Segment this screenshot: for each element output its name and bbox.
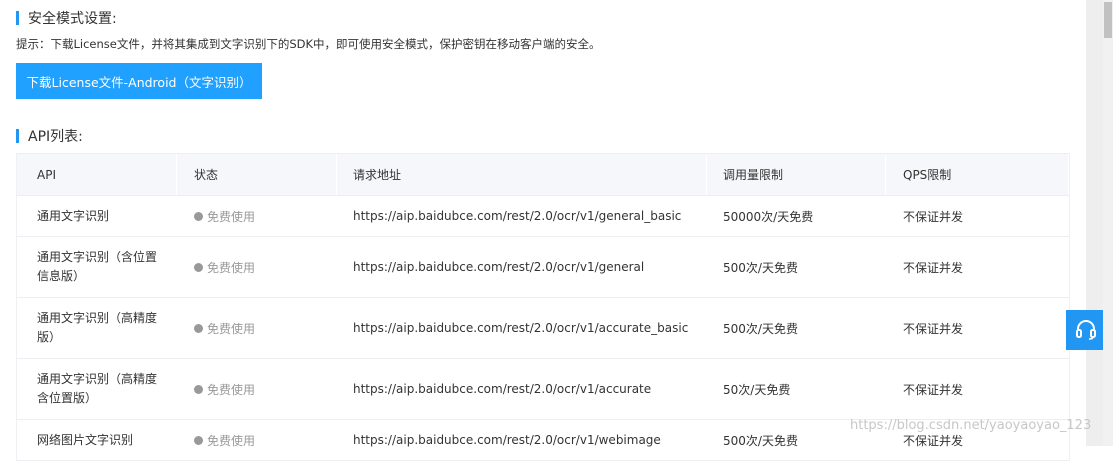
api-name: 通用文字识别（含位置信息版） [37, 250, 158, 283]
api-table: API 状态 请求地址 调用量限制 QPS限制 通用文字识别 免费使用 http… [16, 153, 1070, 461]
api-name: 通用文字识别（高精度版） [37, 311, 158, 344]
table-row: 通用文字识别（高精度版） 免费使用 https://aip.baidubce.c… [17, 298, 1069, 359]
security-hint: 提示：下载License文件，并将其集成到文字识别下的SDK中，即可使用安全模式… [16, 37, 601, 51]
help-button[interactable] [1066, 310, 1106, 350]
api-name: 通用文字识别 [37, 208, 110, 223]
api-name: 网络图片文字识别 [37, 432, 134, 447]
status-dot-icon [194, 384, 203, 394]
header-status: 状态 [177, 154, 337, 195]
api-qps: 不保证并发 [903, 321, 964, 336]
security-section-title: 安全模式设置: [16, 10, 117, 27]
api-url: https://aip.baidubce.com/rest/2.0/ocr/v1… [353, 209, 682, 223]
api-limit: 50次/天免费 [723, 382, 791, 397]
table-header-row: API 状态 请求地址 调用量限制 QPS限制 [17, 153, 1069, 196]
status-dot-icon [194, 323, 203, 333]
api-url: https://aip.baidubce.com/rest/2.0/ocr/v1… [353, 382, 652, 396]
api-limit: 50000次/天免费 [723, 209, 814, 224]
api-title-text: API列表: [28, 129, 83, 145]
header-limit: 调用量限制 [707, 154, 886, 195]
api-url: https://aip.baidubce.com/rest/2.0/ocr/v1… [353, 260, 645, 274]
api-qps: 不保证并发 [903, 382, 964, 397]
table-row: 通用文字识别 免费使用 https://aip.baidubce.com/res… [17, 196, 1069, 237]
headset-icon [1076, 320, 1096, 340]
download-license-button[interactable]: 下载License文件-Android（文字识别） [16, 63, 262, 99]
header-qps: QPS限制 [886, 154, 1069, 195]
header-url: 请求地址 [337, 154, 707, 195]
status-dot-icon [194, 435, 203, 445]
table-row: 通用文字识别（高精度含位置版） 免费使用 https://aip.baidubc… [17, 359, 1069, 420]
main-content: 安全模式设置: 提示：下载License文件，并将其集成到文字识别下的SDK中，… [0, 0, 1086, 461]
api-section-title: API列表: [16, 128, 83, 145]
status-dot-icon [194, 211, 203, 221]
api-qps: 不保证并发 [903, 209, 964, 224]
status-dot-icon [194, 262, 203, 272]
api-limit: 500次/天免费 [723, 260, 798, 275]
status-text: 免费使用 [207, 209, 256, 224]
api-url: https://aip.baidubce.com/rest/2.0/ocr/v1… [353, 433, 661, 447]
scrollbar-thumb[interactable] [1104, 2, 1112, 38]
api-name: 通用文字识别（高精度含位置版） [37, 372, 158, 405]
status-text: 免费使用 [207, 260, 256, 275]
vertical-scrollbar[interactable] [1103, 0, 1113, 446]
watermark: https://blog.csdn.net/yaoyaoyao_123 [850, 418, 1092, 433]
section-marker [16, 129, 19, 143]
api-qps: 不保证并发 [903, 260, 964, 275]
api-limit: 500次/天免费 [723, 321, 798, 336]
side-gutter [1086, 0, 1103, 446]
security-title-text: 安全模式设置: [28, 11, 117, 27]
api-url: https://aip.baidubce.com/rest/2.0/ocr/v1… [353, 321, 689, 335]
header-api: API [17, 154, 177, 195]
section-marker [16, 11, 19, 25]
status-text: 免费使用 [207, 321, 256, 336]
status-text: 免费使用 [207, 382, 256, 397]
table-row: 通用文字识别（含位置信息版） 免费使用 https://aip.baidubce… [17, 237, 1069, 298]
